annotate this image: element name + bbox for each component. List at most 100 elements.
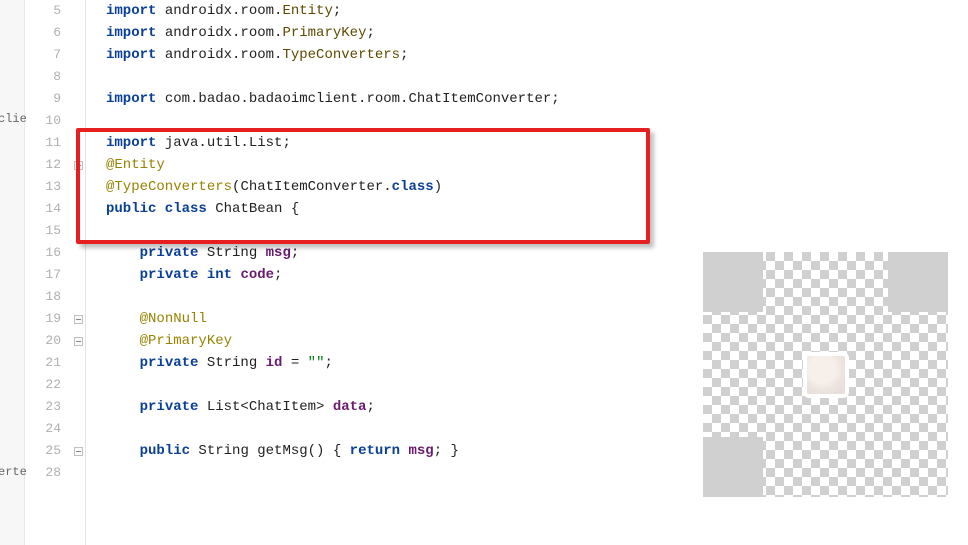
line-number: 20 bbox=[25, 330, 71, 352]
gutter-mark bbox=[71, 374, 85, 396]
token-anno: @NonNull bbox=[140, 311, 207, 327]
code-line[interactable]: private String msg; bbox=[86, 242, 968, 264]
line-number: 12 bbox=[25, 154, 71, 176]
line-number: 10 bbox=[25, 110, 71, 132]
gutter-mark bbox=[71, 242, 85, 264]
gutter-mark bbox=[71, 308, 85, 330]
token-plain: androidx.room. bbox=[156, 47, 282, 63]
token-plain: String bbox=[198, 245, 265, 261]
line-number: 7 bbox=[25, 44, 71, 66]
token-plain: String bbox=[198, 355, 265, 371]
line-number: 25 bbox=[25, 440, 71, 462]
token-anno: @TypeConverters bbox=[106, 179, 232, 195]
gutter-mark bbox=[71, 132, 85, 154]
code-line[interactable]: @Entity bbox=[86, 154, 968, 176]
code-line[interactable] bbox=[86, 110, 968, 132]
token-kw: import bbox=[106, 135, 156, 151]
token-plain: String getMsg() bbox=[190, 443, 333, 459]
line-number: 18 bbox=[25, 286, 71, 308]
token-kw: public bbox=[140, 443, 190, 459]
gutter-mark bbox=[71, 462, 85, 484]
code-line[interactable] bbox=[86, 286, 968, 308]
line-number: 16 bbox=[25, 242, 71, 264]
line-number: 11 bbox=[25, 132, 71, 154]
code-line[interactable] bbox=[86, 374, 968, 396]
line-number: 28 bbox=[25, 462, 71, 484]
code-line[interactable]: @PrimaryKey bbox=[86, 330, 968, 352]
warning-icon bbox=[76, 135, 80, 151]
code-line[interactable]: private List<ChatItem> data; bbox=[86, 396, 968, 418]
token-field: data bbox=[333, 399, 367, 415]
line-number: 6 bbox=[25, 22, 71, 44]
code-area[interactable]: import androidx.room.Entity;import andro… bbox=[86, 0, 968, 545]
line-number: 8 bbox=[25, 66, 71, 88]
gutter-mark bbox=[71, 396, 85, 418]
code-line[interactable] bbox=[86, 220, 968, 242]
line-number: 22 bbox=[25, 374, 71, 396]
token-punct: ; bbox=[400, 47, 408, 63]
code-line[interactable]: import com.badao.badaoimclient.room.Chat… bbox=[86, 88, 968, 110]
token-plain: java.util.List bbox=[156, 135, 282, 151]
token-punct: ; bbox=[274, 267, 282, 283]
line-number: 9 bbox=[25, 88, 71, 110]
line-number: 19 bbox=[25, 308, 71, 330]
token-field: msg bbox=[266, 245, 291, 261]
token-plain: com.badao.badaoimclient.room.ChatItemCon… bbox=[156, 91, 551, 107]
gutter-mark bbox=[71, 110, 85, 132]
code-line[interactable]: public String getMsg() { return msg; } bbox=[86, 440, 968, 462]
gutter-mark bbox=[71, 286, 85, 308]
token-plain bbox=[400, 443, 408, 459]
token-punct: ; bbox=[366, 399, 374, 415]
token-field: id bbox=[266, 355, 283, 371]
token-plain: ChatItemConverter. bbox=[240, 179, 391, 195]
marker-strip: clie erte bbox=[0, 0, 25, 545]
token-kw: import bbox=[106, 3, 156, 19]
line-number: 14 bbox=[25, 198, 71, 220]
token-kw: private bbox=[140, 355, 199, 371]
gutter-mark bbox=[71, 440, 85, 462]
token-kw: public class bbox=[106, 201, 207, 217]
fold-icon[interactable] bbox=[74, 337, 83, 346]
code-line[interactable] bbox=[86, 66, 968, 88]
code-line[interactable] bbox=[86, 418, 968, 440]
gutter-mark bbox=[71, 352, 85, 374]
token-punct: ; bbox=[366, 25, 374, 41]
code-line[interactable]: import androidx.room.TypeConverters; bbox=[86, 44, 968, 66]
token-plain: androidx.room. bbox=[156, 3, 282, 19]
strip-label-bottom: erte bbox=[0, 465, 27, 479]
line-number: 13 bbox=[25, 176, 71, 198]
gutter-mark bbox=[71, 66, 85, 88]
token-punct: ; } bbox=[434, 443, 459, 459]
gutter-mark bbox=[71, 198, 85, 220]
code-line[interactable]: @TypeConverters(ChatItemConverter.class) bbox=[86, 176, 968, 198]
token-punct: ; bbox=[551, 91, 559, 107]
line-number: 15 bbox=[25, 220, 71, 242]
gutter-mark bbox=[71, 22, 85, 44]
token-kw: private bbox=[140, 245, 199, 261]
code-line[interactable]: private String id = ""; bbox=[86, 352, 968, 374]
token-kw: import bbox=[106, 25, 156, 41]
fold-icon[interactable] bbox=[74, 447, 83, 456]
token-punct: ; bbox=[291, 245, 299, 261]
gutter-mark bbox=[71, 176, 85, 198]
token-kw: import bbox=[106, 91, 156, 107]
token-str: "" bbox=[308, 355, 325, 371]
code-line[interactable]: private int code; bbox=[86, 264, 968, 286]
code-line[interactable]: import androidx.room.PrimaryKey; bbox=[86, 22, 968, 44]
code-line[interactable]: import java.util.List; bbox=[86, 132, 968, 154]
strip-label-top: clie bbox=[0, 112, 27, 126]
gutter-mark bbox=[71, 44, 85, 66]
token-plain: List<ChatItem> bbox=[198, 399, 332, 415]
fold-icon[interactable] bbox=[74, 161, 83, 170]
code-line[interactable]: public class ChatBean { bbox=[86, 198, 968, 220]
line-number: 21 bbox=[25, 352, 71, 374]
token-punct: ) bbox=[434, 179, 442, 195]
code-line[interactable]: import androidx.room.Entity; bbox=[86, 0, 968, 22]
code-line[interactable]: @NonNull bbox=[86, 308, 968, 330]
code-line[interactable] bbox=[86, 462, 968, 484]
token-punct: { bbox=[333, 443, 350, 459]
gutter-mark bbox=[71, 154, 85, 176]
fold-icon[interactable] bbox=[74, 315, 83, 324]
line-number: 17 bbox=[25, 264, 71, 286]
token-punct: ; bbox=[282, 135, 290, 151]
